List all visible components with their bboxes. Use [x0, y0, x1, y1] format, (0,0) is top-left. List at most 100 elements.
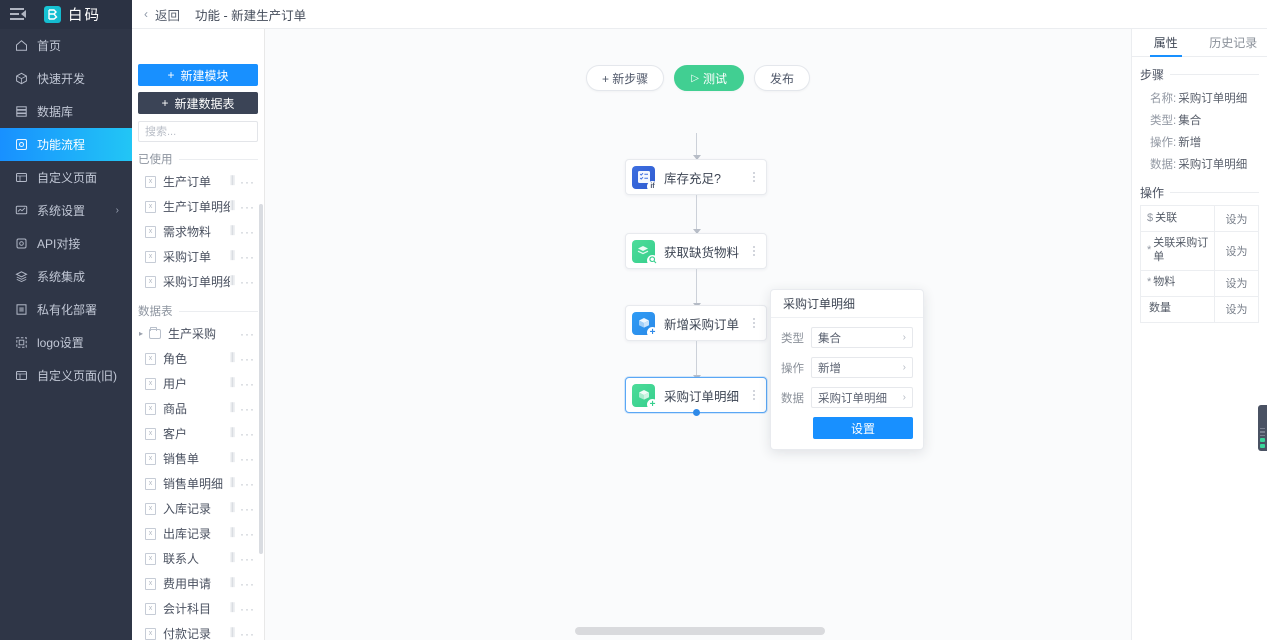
sidebar-item-quick-dev[interactable]: 快速开发 [0, 62, 132, 95]
sidebar-item-custom-page-old[interactable]: 自定义页面(旧) [0, 359, 132, 392]
list-item-label: 销售单 [163, 452, 200, 466]
list-item[interactable]: x 角色 ⫼ ··· [132, 346, 264, 371]
flow-node-query[interactable]: 获取缺货物料 [625, 233, 767, 269]
handle-accent [1260, 444, 1265, 448]
sidebar-item-database[interactable]: 数据库 [0, 95, 132, 128]
config-icon[interactable]: ⫼ [230, 250, 235, 263]
more-icon[interactable]: ··· [240, 602, 264, 616]
menu-collapse-icon[interactable] [10, 8, 26, 21]
set-button[interactable]: 设为 [1214, 296, 1258, 322]
config-icon[interactable]: ⫼ [230, 275, 235, 288]
more-icon[interactable]: ··· [240, 577, 264, 591]
layers-icon [14, 270, 28, 284]
sidebar: 首页 快速开发 数据库 功能流程 自定义页面 系统设置 › API对接 系统集成… [0, 29, 132, 640]
config-icon[interactable]: ⫼ [230, 427, 235, 440]
popup-title: 采购订单明细 [771, 290, 923, 318]
plus-icon: + [161, 96, 169, 110]
list-item[interactable]: x 付款记录 ⫼ ··· [132, 621, 264, 640]
flow-node-label: 采购订单明细 [664, 389, 740, 404]
list-item[interactable]: x 销售单 ⫼ ··· [132, 446, 264, 471]
monitor-icon [14, 204, 28, 218]
condition-if-icon: if [632, 165, 658, 192]
publish-button[interactable]: 发布 [754, 65, 811, 91]
list-item[interactable]: x 采购订单 ⫼ ··· [132, 244, 264, 269]
type-select[interactable]: 集合 › [811, 327, 913, 348]
sidebar-item-custom-page[interactable]: 自定义页面 [0, 161, 132, 194]
list-item[interactable]: x 会计科目 ⫼ ··· [132, 596, 264, 621]
list-item-folder[interactable]: ▸ 生产采购 ··· [132, 321, 264, 346]
canvas-horizontal-scrollbar[interactable] [575, 627, 825, 635]
list-item[interactable]: x 用户 ⫼ ··· [132, 371, 264, 396]
flow-node-condition[interactable]: if 库存充足? [625, 159, 767, 195]
config-icon[interactable]: ⫼ [230, 552, 235, 565]
new-module-button[interactable]: + 新建模块 [138, 64, 258, 86]
new-table-button[interactable]: + 新建数据表 [138, 92, 258, 114]
flow-node-create-order[interactable]: + 新增采购订单 [625, 305, 767, 341]
layout-old-icon [14, 369, 28, 383]
config-icon[interactable]: ⫼ [230, 402, 235, 415]
sidebar-item-integration[interactable]: 系统集成 [0, 260, 132, 293]
list-item[interactable]: x 生产订单明细 ⫼ ··· [132, 194, 264, 219]
config-icon[interactable]: ⫼ [230, 527, 235, 540]
config-icon[interactable]: ⫼ [230, 477, 235, 490]
list-item[interactable]: x 入库记录 ⫼ ··· [132, 496, 264, 521]
list-item[interactable]: x 客户 ⫼ ··· [132, 421, 264, 446]
add-step-button[interactable]: + 新步骤 [585, 65, 665, 91]
config-icon[interactable]: ⫼ [230, 627, 235, 640]
panel-scrollbar[interactable] [259, 204, 263, 554]
list-item[interactable]: x 联系人 ⫼ ··· [132, 546, 264, 571]
popup-row-operation: 操作 新增 › [781, 357, 913, 378]
operation-select[interactable]: 新增 › [811, 357, 913, 378]
test-button[interactable]: ▷ 测试 [674, 65, 745, 91]
flow-canvas[interactable]: + 新步骤 ▷ 测试 发布 if 库存充足? 获取缺货物料 + 新增采购订单 +… [265, 29, 1131, 640]
chevron-right-icon: › [902, 362, 906, 373]
section-step: 步骤 [1140, 66, 1259, 83]
set-button[interactable]: 设为 [1214, 232, 1258, 270]
field-value: 采购订单明细 [1178, 159, 1248, 171]
tab-properties[interactable]: 属性 [1132, 29, 1200, 57]
sidebar-item-flow[interactable]: 功能流程 [0, 128, 132, 161]
page-title: 功能 - 新建生产订单 [195, 8, 307, 23]
more-icon[interactable]: ··· [240, 627, 264, 640]
set-button[interactable]: 设为 [1214, 206, 1258, 231]
tab-history[interactable]: 历史记录 [1200, 29, 1267, 56]
node-more-icon[interactable] [746, 384, 762, 406]
config-icon[interactable]: ⫼ [230, 200, 235, 213]
file-icon: x [145, 502, 156, 515]
back-chevron-icon[interactable]: ‹ [144, 7, 148, 21]
node-more-icon[interactable] [746, 312, 762, 334]
list-item[interactable]: x 商品 ⫼ ··· [132, 396, 264, 421]
config-icon[interactable]: ⫼ [230, 175, 235, 188]
list-item[interactable]: x 销售单明细 ⫼ ··· [132, 471, 264, 496]
list-item[interactable]: x 生产订单 ⫼ ··· [132, 169, 264, 194]
sidebar-item-logo-settings[interactable]: logo设置 [0, 326, 132, 359]
config-icon[interactable]: ⫼ [230, 577, 235, 590]
list-item[interactable]: x 需求物料 ⫼ ··· [132, 219, 264, 244]
list-item[interactable]: x 费用申请 ⫼ ··· [132, 571, 264, 596]
sidebar-item-private-deploy[interactable]: 私有化部署 [0, 293, 132, 326]
panel-collapse-handle[interactable] [1258, 405, 1267, 451]
more-icon[interactable]: ··· [240, 175, 264, 189]
list-item[interactable]: x 采购订单明细 ⫼ ··· [132, 269, 264, 294]
flow-node-order-detail[interactable]: + 采购订单明细 [625, 377, 767, 416]
node-more-icon[interactable] [746, 240, 762, 262]
config-icon[interactable]: ⫼ [230, 352, 235, 365]
config-icon[interactable]: ⫼ [230, 452, 235, 465]
popup-confirm-button[interactable]: 设置 [813, 417, 913, 439]
sidebar-item-api[interactable]: API对接 [0, 227, 132, 260]
sidebar-item-system-settings[interactable]: 系统设置 › [0, 194, 132, 227]
config-icon[interactable]: ⫼ [230, 602, 235, 615]
list-item-label: 生产订单 [163, 175, 212, 189]
node-more-icon[interactable] [746, 166, 762, 188]
list-item[interactable]: x 出库记录 ⫼ ··· [132, 521, 264, 546]
expand-icon[interactable]: ▸ [139, 329, 148, 338]
node-connector-dot[interactable] [692, 409, 700, 416]
config-icon[interactable]: ⫼ [230, 377, 235, 390]
back-button[interactable]: 返回 [155, 5, 180, 24]
data-select[interactable]: 采购订单明细 › [811, 387, 913, 408]
brand-logo[interactable]: 白码 [44, 4, 101, 25]
config-icon[interactable]: ⫼ [230, 225, 235, 238]
config-icon[interactable]: ⫼ [230, 502, 235, 515]
set-button[interactable]: 设为 [1214, 270, 1258, 296]
sidebar-item-home[interactable]: 首页 [0, 29, 132, 62]
